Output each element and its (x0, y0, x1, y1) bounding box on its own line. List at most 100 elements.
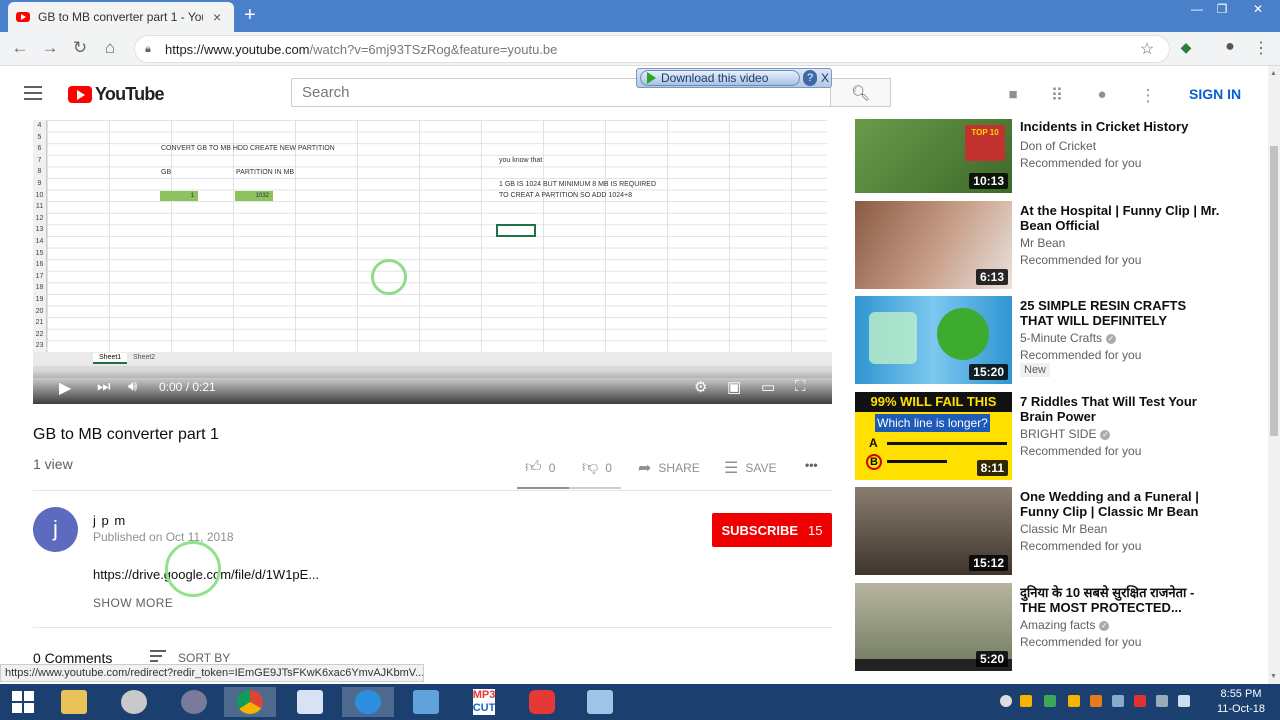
sort-by-button[interactable]: SORT BY (150, 650, 230, 665)
taskbar-mp3-cut[interactable]: MP3 CUT (458, 687, 510, 717)
share-button[interactable]: ➦ SHARE (638, 458, 700, 478)
recommendation-item[interactable]: 15:20 25 SIMPLE RESIN CRAFTS THAT WILL D… (855, 296, 1255, 384)
restore-button[interactable]: ❐ (1208, 2, 1236, 16)
line-a (887, 442, 1007, 445)
video-thumbnail[interactable]: 5:20 (855, 583, 1012, 671)
new-tab-button[interactable]: + (244, 4, 256, 27)
video-title[interactable]: At the Hospital | Funny Clip | Mr. Bean … (1020, 203, 1220, 233)
download-help-button[interactable]: ? (803, 70, 817, 86)
settings-dots-icon[interactable]: ⋮ (1138, 86, 1158, 106)
recommended-label: Recommended for you (1020, 635, 1142, 649)
taskbar-recorder[interactable] (516, 687, 568, 717)
settings-gear-icon[interactable]: ⚙ (694, 378, 707, 396)
tray-icon[interactable] (1090, 695, 1102, 707)
video-title[interactable]: One Wedding and a Funeral | Funny Clip |… (1020, 489, 1220, 519)
recorder-icon (529, 690, 555, 714)
subscribe-button[interactable]: SUBSCRIBE 15 (712, 513, 832, 547)
chrome-menu-icon[interactable]: ⋮ (1250, 38, 1272, 58)
video-thumbnail[interactable]: 6:13 (855, 201, 1012, 289)
save-button[interactable]: ☰ SAVE (724, 458, 776, 478)
channel-name[interactable]: Classic Mr Bean (1020, 522, 1107, 536)
download-video-button[interactable]: Download this video (640, 70, 800, 86)
profile-icon[interactable]: ● (1219, 38, 1241, 56)
progress-bar[interactable] (45, 347, 820, 350)
recommendation-item[interactable]: 5:20 दुनिया के 10 सबसे सुरक्षित राजनेता … (855, 583, 1255, 671)
scroll-up-icon[interactable]: ▲ (1270, 70, 1277, 77)
close-window-button[interactable]: ✕ (1240, 2, 1276, 16)
channel-name[interactable]: BRIGHT SIDE ✓ (1020, 427, 1111, 441)
battery-icon[interactable] (1156, 695, 1168, 707)
more-actions-button[interactable]: ••• (805, 458, 818, 472)
network-icon[interactable] (1134, 695, 1146, 707)
video-duration: 8:11 (976, 460, 1008, 476)
taskbar-clock[interactable]: 8:55 PM 11-Oct-18 (1204, 687, 1278, 717)
volume-icon[interactable] (1178, 695, 1190, 707)
channel-name[interactable]: Amazing facts ✓ (1020, 618, 1110, 632)
verified-icon: ✓ (1106, 333, 1117, 344)
video-title[interactable]: 25 SIMPLE RESIN CRAFTS THAT WILL DEFINIT… (1020, 298, 1220, 328)
recommendation-item[interactable]: 6:13 At the Hospital | Funny Clip | Mr. … (855, 201, 1255, 289)
fullscreen-icon[interactable]: ⛶ (795, 378, 806, 395)
back-arrow-icon[interactable]: ← (9, 38, 31, 58)
taskbar-app-2[interactable] (108, 687, 160, 717)
video-title[interactable]: दुनिया के 10 सबसे सुरक्षित राजनेता - THE… (1020, 585, 1220, 615)
dislike-button[interactable]: 👎︎ 0 (582, 458, 612, 477)
avatar[interactable]: j (33, 507, 78, 552)
theater-mode-icon[interactable]: ▭ (761, 378, 775, 396)
home-icon[interactable]: ⌂ (99, 38, 121, 58)
youtube-logo[interactable]: YouTube (68, 84, 165, 105)
like-button[interactable]: 👍︎ 0 (525, 458, 555, 477)
next-icon[interactable]: ⏭︎ (97, 378, 111, 395)
channel-name[interactable]: j p m (93, 513, 126, 528)
video-player[interactable]: 4 5 6 7 8 9 10 11 12 13 14 15 16 17 18 19 20 21 22 23 CONVE… (33, 120, 832, 404)
video-title[interactable]: Incidents in Cricket History (1020, 119, 1220, 134)
video-title[interactable]: 7 Riddles That Will Test Your Brain Powe… (1020, 394, 1220, 424)
tray-icon[interactable] (1000, 695, 1012, 707)
search-button[interactable]: 🔍︎ (830, 78, 891, 107)
messages-icon[interactable]: ● (1092, 86, 1112, 103)
menu-icon[interactable] (24, 86, 42, 104)
video-thumbnail[interactable]: TOP 10 10:13 (855, 119, 1012, 193)
taskbar-app-10[interactable] (574, 687, 626, 717)
extension-icon[interactable]: ◆ (1175, 39, 1197, 56)
recommendation-item[interactable]: 99% WILL FAIL THIS TEST Which line is lo… (855, 392, 1255, 480)
upload-video-icon[interactable]: ■ (1003, 86, 1023, 103)
recommendation-item[interactable]: 15:12 One Wedding and a Funeral | Funny … (855, 487, 1255, 575)
channel-name[interactable]: Mr Bean (1020, 236, 1065, 250)
reload-icon[interactable]: ↻ (69, 38, 91, 58)
channel-name[interactable]: Don of Cricket (1020, 139, 1096, 153)
taskbar-internet-explorer[interactable] (342, 687, 394, 717)
forward-arrow-icon[interactable]: → (39, 38, 61, 58)
sign-in-button[interactable]: SIGN IN (1189, 86, 1241, 102)
page-scrollbar[interactable]: ▲ ▼ (1268, 66, 1280, 684)
taskbar-app-3[interactable] (168, 687, 220, 717)
minimize-button[interactable]: — (1183, 2, 1211, 16)
taskbar-app-5[interactable] (284, 687, 336, 717)
show-more-button[interactable]: SHOW MORE (93, 596, 173, 610)
scroll-down-icon[interactable]: ▼ (1270, 673, 1277, 680)
taskbar-chrome[interactable] (224, 687, 276, 717)
tray-icon[interactable] (1112, 695, 1124, 707)
apps-grid-icon[interactable]: ⠿ (1047, 86, 1067, 106)
play-icon[interactable]: ▶ (59, 378, 71, 398)
taskbar-file-explorer[interactable] (48, 687, 100, 717)
recommendation-item[interactable]: TOP 10 10:13 Incidents in Cricket Histor… (855, 119, 1255, 193)
browser-tab[interactable]: GB to MB converter part 1 - YouT × (8, 2, 234, 32)
channel-name[interactable]: 5-Minute Crafts ✓ (1020, 331, 1117, 345)
scrollbar-thumb[interactable] (1270, 146, 1278, 436)
video-thumbnail[interactable]: 15:12 (855, 487, 1012, 575)
start-button[interactable] (0, 684, 46, 720)
volume-icon[interactable]: 🔊︎ (128, 378, 137, 395)
tray-icon[interactable] (1020, 695, 1032, 707)
video-thumbnail[interactable]: 15:20 (855, 296, 1012, 384)
youtube-favicon-icon (16, 12, 30, 22)
tray-icon[interactable] (1068, 695, 1080, 707)
video-thumbnail[interactable]: 99% WILL FAIL THIS TEST Which line is lo… (855, 392, 1012, 480)
download-close-button[interactable]: X (819, 70, 831, 86)
taskbar-app-7[interactable] (400, 687, 452, 717)
address-bar[interactable]: 🔒︎ https://www.youtube.com/watch?v=6mj93… (134, 35, 1170, 63)
tab-close-button[interactable]: × (213, 9, 221, 25)
bookmark-star-icon[interactable]: ☆ (1136, 39, 1158, 59)
tray-icon[interactable] (1044, 695, 1056, 707)
miniplayer-icon[interactable]: ▣ (727, 378, 741, 396)
